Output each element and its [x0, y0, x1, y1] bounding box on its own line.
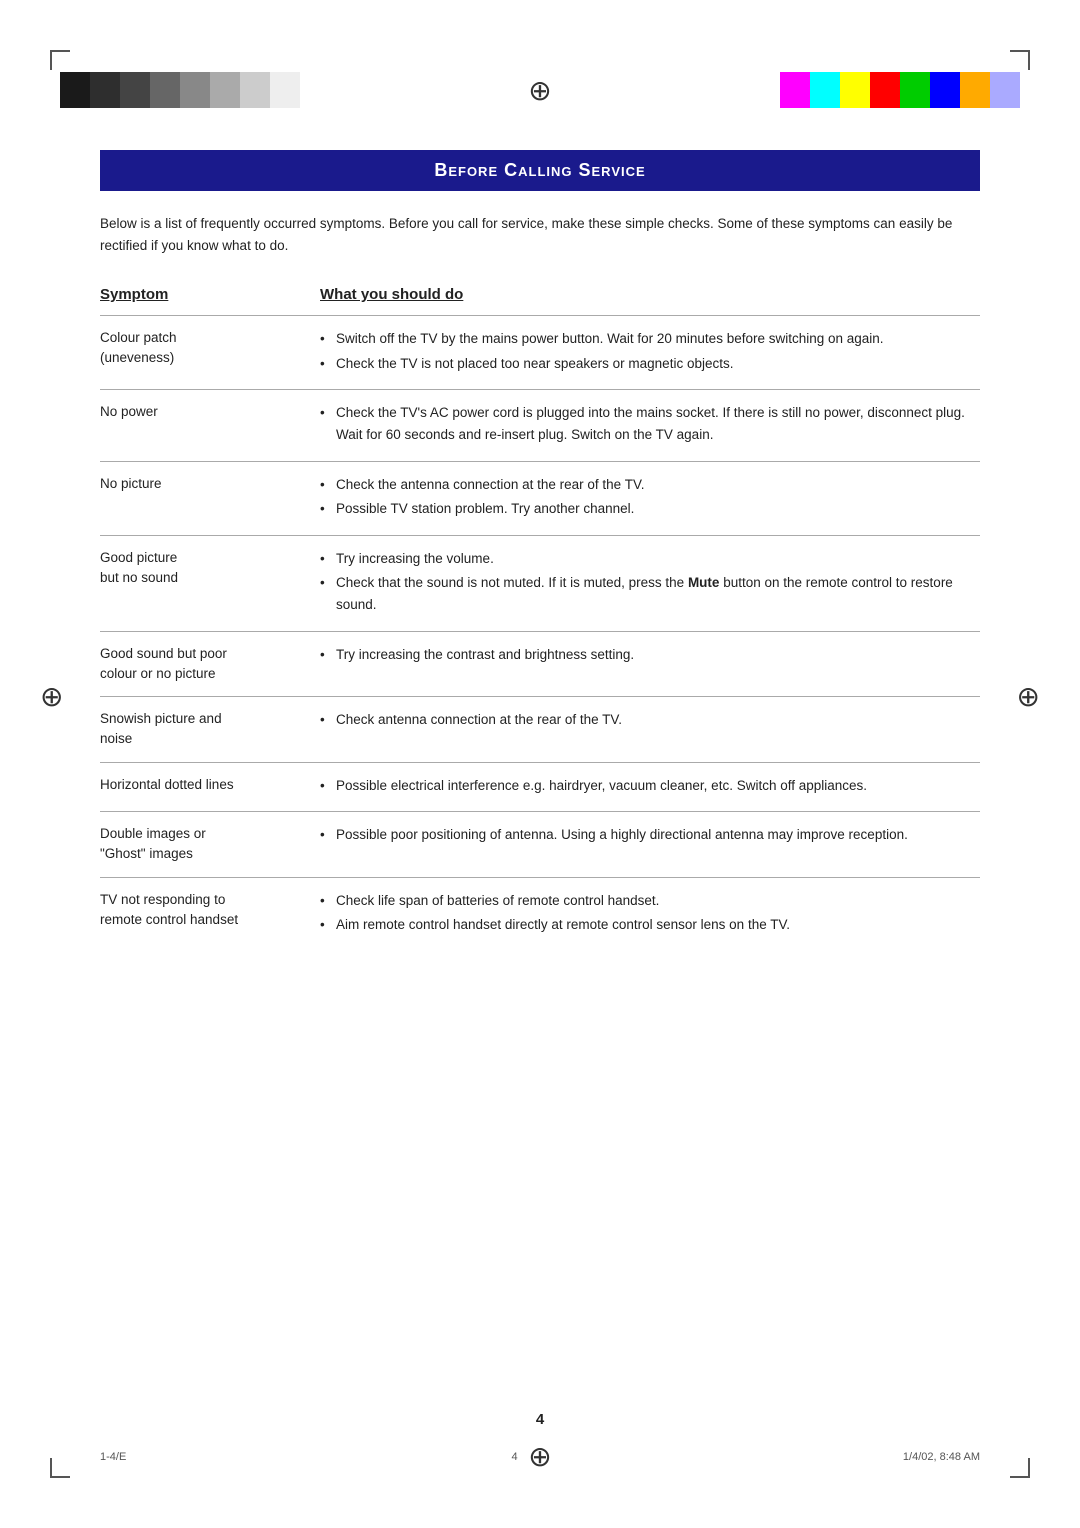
service-row: No powerCheck the TV's AC power cord is …: [100, 389, 980, 460]
action-item: Possible poor positioning of antenna. Us…: [320, 824, 980, 846]
corner-mark-br: [1010, 1458, 1030, 1478]
service-row: Good sound but poorcolour or no pictureT…: [100, 631, 980, 697]
action-item: Possible electrical interference e.g. ha…: [320, 775, 980, 797]
footer-center: 4: [512, 1451, 518, 1463]
main-content: Before Calling Service Below is a list o…: [100, 150, 980, 1408]
left-color-blocks: [60, 72, 300, 108]
symptom-cell: Good picturebut no sound: [100, 548, 320, 589]
service-row: Double images or"Ghost" imagesPossible p…: [100, 811, 980, 877]
action-cell: Try increasing the volume.Check that the…: [320, 548, 980, 619]
color-block-7: [240, 72, 270, 108]
service-row: No pictureCheck the antenna connection a…: [100, 461, 980, 535]
symptom-header: Symptom: [100, 286, 320, 303]
action-cell: Try increasing the contrast and brightne…: [320, 644, 980, 669]
crosshair-right: ⊕: [1017, 680, 1040, 713]
intro-text: Below is a list of frequently occurred s…: [100, 213, 980, 256]
action-item: Check life span of batteries of remote c…: [320, 890, 980, 912]
action-header: What you should do: [320, 286, 980, 303]
footer: 1-4/E 4 1/4/02, 8:48 AM: [100, 1451, 980, 1463]
corner-mark-bl: [50, 1458, 70, 1478]
service-row: Colour patch(uneveness)Switch off the TV…: [100, 315, 980, 389]
action-cell: Possible poor positioning of antenna. Us…: [320, 824, 980, 849]
color-block-r4: [870, 72, 900, 108]
symptom-cell: Horizontal dotted lines: [100, 775, 320, 795]
crosshair-left: ⊕: [40, 680, 63, 713]
page-number: 4: [536, 1411, 544, 1428]
top-bar: ⊕: [0, 60, 1080, 120]
action-item: Check the antenna connection at the rear…: [320, 474, 980, 496]
color-block-r6: [930, 72, 960, 108]
action-item: Aim remote control handset directly at r…: [320, 914, 980, 936]
action-item: Check that the sound is not muted. If it…: [320, 572, 980, 615]
color-block-3: [120, 72, 150, 108]
action-cell: Check life span of batteries of remote c…: [320, 890, 980, 939]
color-block-5: [180, 72, 210, 108]
color-block-1: [60, 72, 90, 108]
service-row: Snowish picture andnoiseCheck antenna co…: [100, 696, 980, 762]
action-cell: Check antenna connection at the rear of …: [320, 709, 980, 734]
action-item: Switch off the TV by the mains power but…: [320, 328, 980, 350]
color-block-6: [210, 72, 240, 108]
action-item: Try increasing the contrast and brightne…: [320, 644, 980, 666]
symptom-cell: Good sound but poorcolour or no picture: [100, 644, 320, 685]
color-block-r3: [840, 72, 870, 108]
action-item: Check the TV's AC power cord is plugged …: [320, 402, 980, 445]
action-item: Try increasing the volume.: [320, 548, 980, 570]
color-block-8: [270, 72, 300, 108]
color-block-r2: [810, 72, 840, 108]
color-block-r7: [960, 72, 990, 108]
color-block-r5: [900, 72, 930, 108]
service-row: TV not responding toremote control hands…: [100, 877, 980, 951]
action-item: Check antenna connection at the rear of …: [320, 709, 980, 731]
color-block-4: [150, 72, 180, 108]
action-cell: Check the TV's AC power cord is plugged …: [320, 402, 980, 448]
color-block-r1: [780, 72, 810, 108]
page-title: Before Calling Service: [100, 150, 980, 191]
symptom-cell: TV not responding toremote control hands…: [100, 890, 320, 931]
action-item: Check the TV is not placed too near spea…: [320, 353, 980, 375]
symptom-cell: No picture: [100, 474, 320, 494]
footer-right: 1/4/02, 8:48 AM: [903, 1451, 980, 1463]
action-item: Possible TV station problem. Try another…: [320, 498, 980, 520]
table-header: Symptom What you should do: [100, 286, 980, 307]
action-cell: Possible electrical interference e.g. ha…: [320, 775, 980, 800]
color-block-2: [90, 72, 120, 108]
symptom-cell: Snowish picture andnoise: [100, 709, 320, 750]
footer-left: 1-4/E: [100, 1451, 126, 1463]
symptom-cell: Colour patch(uneveness): [100, 328, 320, 369]
service-rows: Colour patch(uneveness)Switch off the TV…: [100, 315, 980, 951]
symptom-cell: Double images or"Ghost" images: [100, 824, 320, 865]
action-cell: Check the antenna connection at the rear…: [320, 474, 980, 523]
right-color-blocks: [780, 72, 1020, 108]
service-row: Horizontal dotted linesPossible electric…: [100, 762, 980, 812]
action-cell: Switch off the TV by the mains power but…: [320, 328, 980, 377]
color-block-r8: [990, 72, 1020, 108]
service-row: Good picturebut no soundTry increasing t…: [100, 535, 980, 631]
symptom-cell: No power: [100, 402, 320, 422]
crosshair-center-top: ⊕: [520, 70, 560, 110]
